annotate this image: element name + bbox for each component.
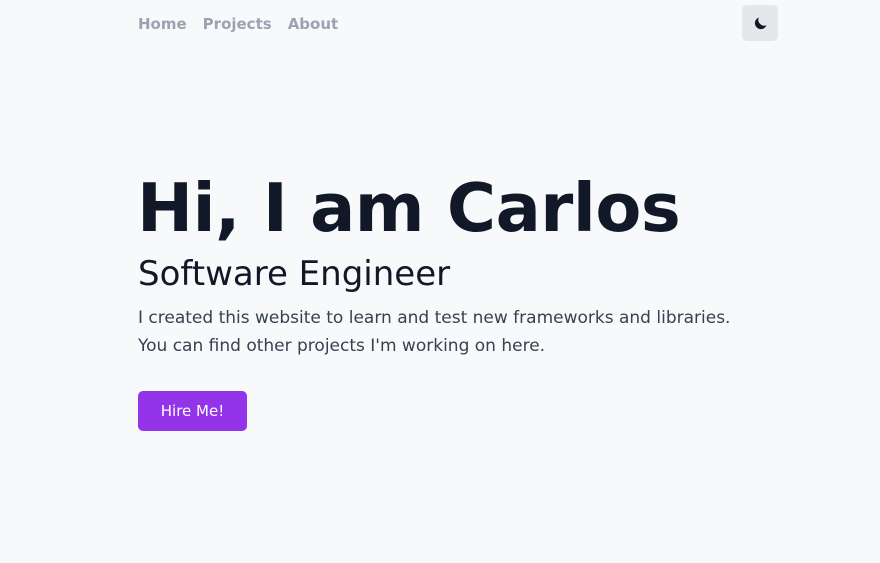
theme-toggle-button[interactable] xyxy=(742,5,778,41)
hero-description: I created this website to learn and test… xyxy=(138,308,731,356)
hero-title: Hi, I am Carlos xyxy=(137,169,681,247)
main-nav: Home Projects About xyxy=(138,14,338,34)
nav-link-about[interactable]: About xyxy=(288,14,339,34)
hero-subtitle: Software Engineer xyxy=(138,254,451,294)
nav-link-projects[interactable]: Projects xyxy=(203,14,272,34)
hire-me-button[interactable]: Hire Me! xyxy=(138,391,247,431)
nav-link-home[interactable]: Home xyxy=(138,14,187,34)
moon-icon xyxy=(754,16,767,29)
